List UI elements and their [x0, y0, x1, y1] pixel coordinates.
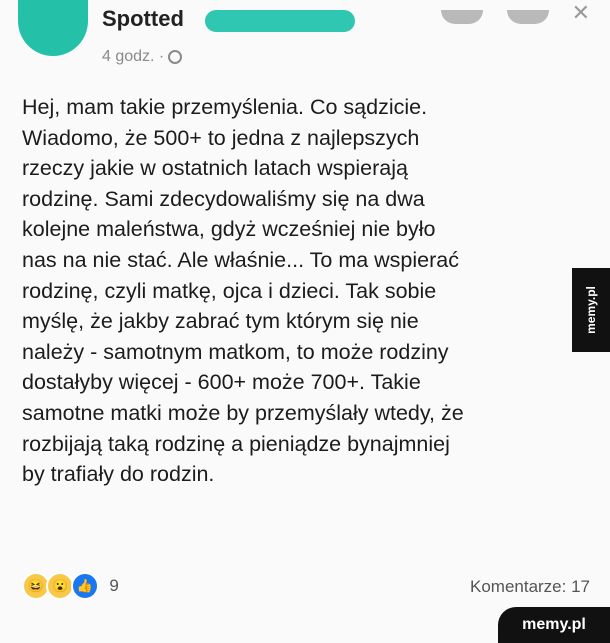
post-line: rzeczy jakie w ostatnich latach wspieraj… — [22, 156, 408, 181]
side-watermark: memy.pl — [572, 268, 610, 352]
post-line: Hej, mam takie przemyślenia. Co sądzicie… — [22, 95, 428, 119]
reactions-summary[interactable]: 😆 😮 👍 9 — [22, 572, 119, 600]
post-line: myślę, że jakby zabrać tym którym się ni… — [22, 309, 419, 334]
post-line: nas na nie stać. Ale właśnie... To ma ws… — [22, 247, 459, 272]
page-name[interactable]: Spotted — [102, 6, 184, 32]
post-card: Spotted 4 godz. · ✕ Hej, mam takie przem… — [0, 0, 610, 643]
post-text: Hej, mam takie przemyślenia. Co sądzicie… — [22, 92, 582, 490]
post-line: należy - samotnym matkom, to może rodzin… — [22, 339, 449, 364]
post-meta: 4 godz. · — [102, 48, 183, 66]
corner-watermark: memy.pl — [498, 607, 610, 643]
post-line: kolejne maleństwa, gdyż wcześniej nie by… — [22, 217, 436, 242]
post-line: Wiadomo, że 500+ to jedna z najlepszych — [22, 125, 420, 150]
globe-icon — [168, 50, 183, 64]
post-line: rozbijają taką rodzinę a pieniądze bynaj… — [22, 431, 450, 456]
name-redaction — [205, 10, 355, 32]
reaction-count: 9 — [109, 576, 119, 595]
like-icon: 👍 — [70, 572, 99, 600]
post-line: rodzinę. Sami zdecydowaliśmy się na dwa — [22, 186, 425, 211]
comments-link[interactable]: Komentarze: 17 — [470, 577, 590, 597]
post-line: samotne matki może by przemyślały wtedy,… — [22, 400, 464, 425]
post-line: dostałyby więcej - 600+ może 700+. Takie — [22, 370, 421, 395]
post-line: rodzinę, czyli matkę, ojca i dzieci. Tak… — [22, 278, 437, 303]
header-controls: ✕ — [421, 0, 590, 29]
avatar[interactable] — [18, 0, 88, 56]
post-line: by trafiały do rodzin. — [22, 462, 215, 487]
header-option-2[interactable] — [507, 10, 550, 24]
post-time[interactable]: 4 godz. · — [102, 48, 164, 65]
close-icon[interactable]: ✕ — [572, 0, 590, 26]
header-option-1[interactable] — [440, 10, 483, 24]
